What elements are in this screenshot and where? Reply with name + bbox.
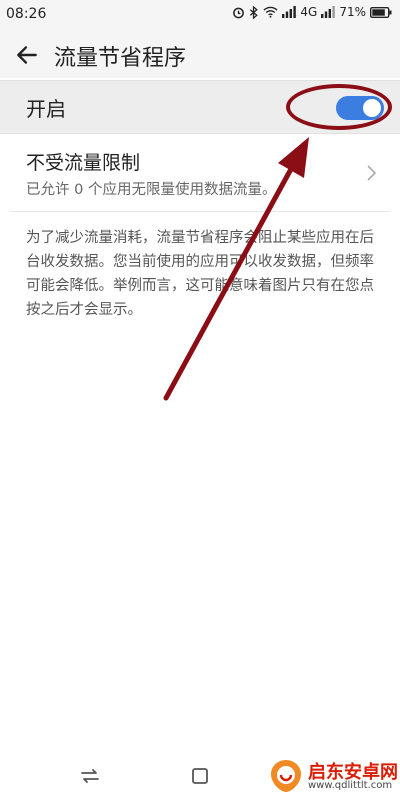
watermark-logo-icon bbox=[271, 760, 301, 792]
divider bbox=[10, 211, 390, 212]
unrestricted-title: 不受流量限制 bbox=[26, 152, 141, 174]
alarm-icon bbox=[233, 7, 245, 18]
unrestricted-data-row[interactable]: 不受流量限制 已允许 0 个应用无限量使用数据流量。 bbox=[0, 136, 400, 212]
watermark: 启东安卓网 www.qdlittlt.com bbox=[268, 758, 400, 794]
description-text: 为了减少流量消耗，流量节省程序会阻止某些应用在后台收发数据。您当前使用的应用可以… bbox=[26, 230, 374, 318]
signal-icon-2 bbox=[321, 6, 336, 18]
home-icon[interactable] bbox=[188, 764, 212, 788]
unrestricted-subtitle: 已允许 0 个应用无限量使用数据流量。 bbox=[26, 182, 277, 198]
status-icons: 4G 71% bbox=[232, 5, 392, 19]
back-arrow-icon[interactable] bbox=[14, 42, 40, 68]
status-time: 08:26 bbox=[6, 6, 47, 22]
data-saver-toggle-row[interactable]: 开启 bbox=[0, 80, 400, 134]
watermark-url: www.qdlittlt.com bbox=[308, 780, 393, 791]
network-type: 4G bbox=[300, 5, 318, 19]
recent-apps-icon[interactable] bbox=[78, 764, 102, 788]
status-bar: 08:26 4G 71% bbox=[0, 0, 400, 30]
page-title: 流量节省程序 bbox=[54, 46, 187, 71]
battery-icon bbox=[370, 6, 392, 18]
chevron-right-icon bbox=[367, 165, 377, 181]
signal-icon bbox=[282, 6, 297, 18]
toggle-label: 开启 bbox=[26, 97, 66, 121]
app-bar: 流量节省程序 bbox=[0, 30, 400, 78]
bluetooth-icon bbox=[250, 5, 259, 19]
data-saver-switch[interactable] bbox=[336, 96, 384, 120]
wifi-icon bbox=[263, 6, 278, 18]
battery-level: 71% bbox=[339, 5, 366, 19]
switch-knob bbox=[363, 99, 381, 117]
